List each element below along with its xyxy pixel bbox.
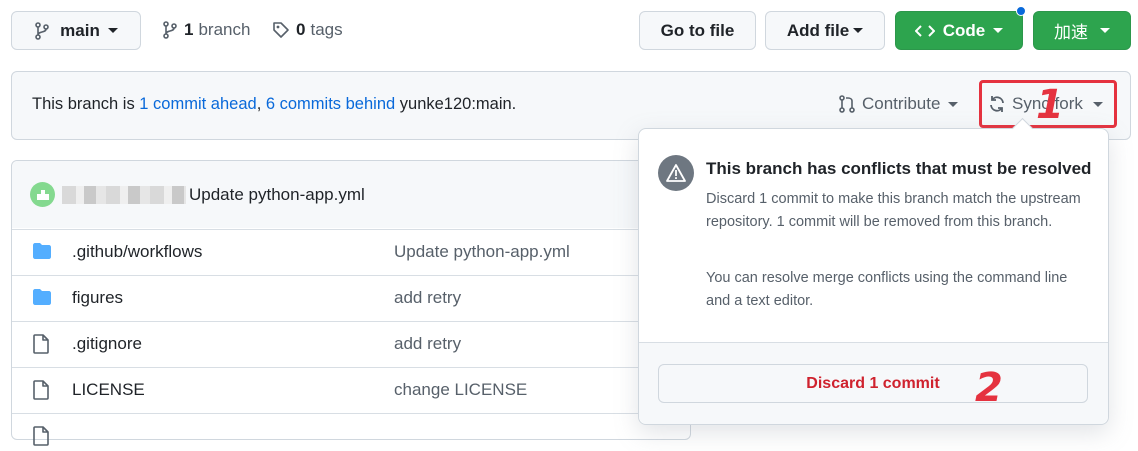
commits-ahead-link[interactable]: 1 commit ahead — [139, 95, 256, 113]
notification-dot — [1016, 6, 1026, 16]
file-name[interactable]: .gitignore — [72, 334, 142, 354]
sync-fork-dropdown: This branch has conflicts that must be r… — [638, 128, 1109, 425]
commit-message[interactable]: change LICENSE — [394, 380, 527, 400]
tags-count: 0 — [296, 20, 306, 39]
tags-link[interactable]: 0 tags — [272, 20, 343, 40]
popup-body-resolve: You can resolve merge conflicts using th… — [706, 270, 1068, 309]
add-file-button[interactable]: Add file — [765, 11, 885, 50]
branch-name: main — [60, 20, 100, 40]
file-row[interactable]: .github/workflows Update python-app.yml — [12, 229, 638, 275]
commit-message[interactable]: Update python-app.yml — [394, 242, 570, 262]
file-name[interactable]: .github/workflows — [72, 242, 202, 262]
file-row[interactable] — [12, 413, 638, 446]
branches-link[interactable]: 1 branch — [162, 20, 250, 40]
accelerate-label: 加速 — [1054, 23, 1088, 43]
code-button[interactable]: Code — [895, 11, 1023, 50]
accelerate-button[interactable]: 加速 — [1033, 11, 1131, 50]
go-to-file-button[interactable]: Go to file — [639, 11, 756, 50]
popup-title: This branch has conflicts that must be r… — [706, 159, 1092, 178]
file-icon — [32, 334, 50, 359]
chevron-down-icon — [107, 28, 118, 33]
branch-selector-button[interactable]: main — [11, 11, 141, 50]
commit-message[interactable]: add retry — [394, 288, 461, 308]
banner-suffix: yunke120:main. — [395, 95, 517, 113]
discard-commit-label: Discard 1 commit — [806, 374, 940, 392]
file-name[interactable]: LICENSE — [72, 380, 145, 400]
commit-message[interactable]: add retry — [394, 334, 461, 354]
code-icon — [914, 24, 935, 38]
chevron-down-icon — [1100, 28, 1110, 33]
contribute-label: Contribute — [862, 94, 941, 113]
file-icon — [32, 426, 50, 451]
banner-prefix: This branch is — [32, 95, 140, 113]
chevron-down-icon — [853, 28, 864, 33]
banner-sep: , — [256, 95, 266, 113]
tag-icon — [272, 21, 290, 39]
add-file-label: Add file — [786, 20, 850, 40]
popup-body-discard: Discard 1 commit to make this branch mat… — [706, 191, 1081, 230]
code-label: Code — [942, 20, 986, 40]
fork-status-text: This branch is 1 commit ahead, 6 commits… — [32, 95, 516, 114]
file-row[interactable]: figures add retry — [12, 275, 638, 321]
folder-icon — [32, 288, 52, 311]
file-row[interactable]: LICENSE change LICENSE — [12, 367, 638, 413]
git-branch-icon — [162, 21, 178, 39]
branches-label: branch — [198, 20, 251, 39]
annotation-number-2: 2 — [975, 365, 1003, 411]
git-pull-request-icon — [838, 95, 856, 113]
blurred-author — [62, 186, 186, 204]
contribute-button[interactable]: Contribute — [838, 94, 959, 114]
file-name[interactable]: figures — [72, 288, 123, 308]
commits-behind-link[interactable]: 6 commits behind — [266, 95, 395, 113]
git-branch-icon — [34, 21, 50, 40]
chevron-down-icon — [993, 28, 1004, 33]
discard-commit-button[interactable]: Discard 1 commit — [658, 364, 1088, 403]
folder-icon — [32, 242, 52, 265]
file-row[interactable]: .gitignore add retry — [12, 321, 638, 367]
file-icon — [32, 380, 50, 405]
tags-label: tags — [310, 20, 343, 39]
chevron-down-icon — [948, 101, 959, 107]
go-to-file-label: Go to file — [660, 20, 735, 40]
latest-commit-message[interactable]: Update python-app.yml — [189, 185, 365, 205]
avatar — [30, 182, 55, 207]
alert-icon — [658, 155, 694, 191]
annotation-number-1: 1 — [1036, 82, 1064, 128]
branches-count: 1 — [184, 20, 194, 39]
